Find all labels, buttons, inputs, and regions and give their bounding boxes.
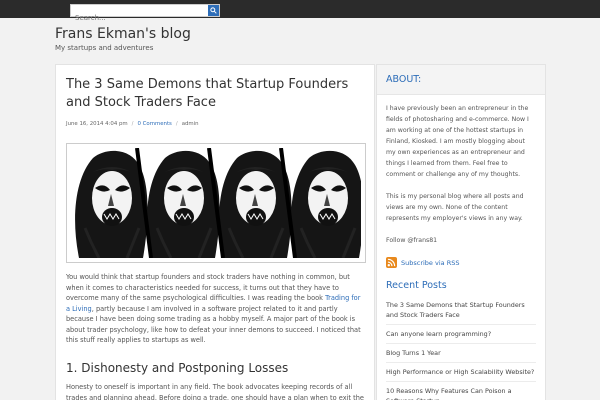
screaming-faces-image	[71, 148, 361, 258]
rss-icon[interactable]	[386, 257, 397, 268]
rss-subscribe[interactable]: Subscribe via RSS	[386, 257, 545, 268]
post-author[interactable]: admin	[182, 121, 199, 127]
about-heading: ABOUT:	[377, 65, 545, 95]
recent-post-item[interactable]: The 3 Same Demons that Startup Founders …	[386, 296, 536, 325]
top-bar	[0, 0, 600, 24]
recent-post-item[interactable]: High Performance or High Scalability Web…	[386, 363, 536, 382]
search-icon	[210, 7, 217, 14]
search-button[interactable]	[208, 5, 219, 16]
recent-post-item[interactable]: Can anyone learn programming?	[386, 325, 536, 344]
recent-posts-heading: Recent Posts	[386, 280, 447, 291]
rss-link[interactable]: Subscribe via RSS	[401, 259, 459, 267]
recent-post-item[interactable]: Blog Turns 1 Year	[386, 344, 536, 363]
search-input[interactable]	[71, 12, 209, 24]
section-text: Honesty to oneself is important in any f…	[66, 383, 364, 400]
recent-post-item[interactable]: 10 Reasons Why Features Can Poison a Sof…	[386, 382, 536, 400]
about-paragraph: This is my personal blog where all posts…	[386, 193, 524, 222]
post-title[interactable]: The 3 Same Demons that Startup Founders …	[66, 76, 366, 112]
section-heading: 1. Dishonesty and Postponing Losses	[66, 361, 289, 375]
about-text: I have previously been an entrepreneur i…	[377, 95, 545, 246]
site-title[interactable]: Frans Ekman's blog	[55, 26, 191, 42]
search-box	[70, 4, 220, 24]
comments-link[interactable]: 0 Comments	[138, 121, 172, 127]
post-content: The 3 Same Demons that Startup Founders …	[55, 64, 375, 400]
post-meta: June 16, 2014 4:04 pm/0 Comments / admin	[66, 121, 199, 127]
follow-text: Follow @frans81	[386, 237, 438, 244]
about-paragraph: I have previously been an entrepreneur i…	[386, 105, 529, 178]
post-image	[66, 143, 366, 263]
site-description: My startups and adventures	[55, 44, 154, 52]
post-intro: You would think that startup founders an…	[66, 273, 361, 344]
sidebar: ABOUT: I have previously been an entrepr…	[376, 64, 546, 400]
post-date[interactable]: June 16, 2014 4:04 pm	[66, 121, 128, 127]
recent-posts-list: The 3 Same Demons that Startup Founders …	[386, 296, 536, 400]
